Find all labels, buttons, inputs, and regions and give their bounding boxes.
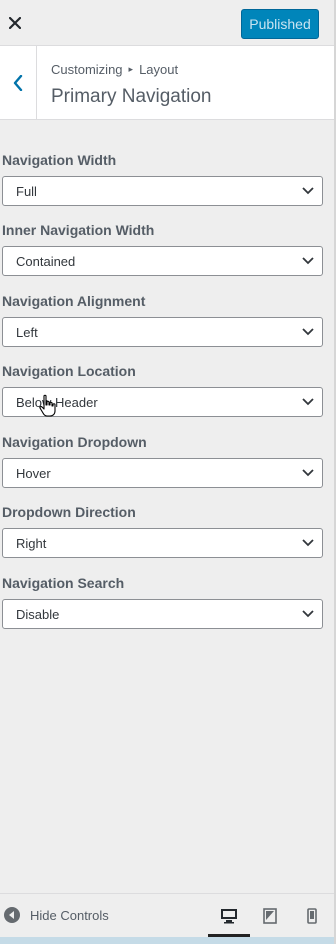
select-value: Left (16, 324, 38, 340)
desktop-icon (221, 909, 237, 924)
navigation-dropdown-select[interactable]: Hover (2, 458, 323, 488)
tablet-preview-button[interactable] (260, 907, 280, 925)
chevron-down-icon (302, 187, 314, 195)
collapse-arrow-icon (4, 907, 20, 923)
navigation-search-select[interactable]: Disable (2, 599, 323, 629)
chevron-down-icon (302, 469, 314, 477)
control-navigation-width: Navigation Width Full (2, 150, 323, 206)
back-button[interactable] (0, 46, 37, 119)
hide-controls-button[interactable]: Hide Controls (3, 906, 109, 924)
tablet-icon (263, 908, 277, 924)
chevron-left-icon (13, 74, 23, 91)
navigation-alignment-select[interactable]: Left (2, 317, 323, 347)
control-navigation-dropdown: Navigation Dropdown Hover (2, 432, 323, 488)
page-title: Primary Navigation (51, 86, 212, 107)
customizer-topbar: Published (0, 0, 334, 46)
select-value: Hover (16, 465, 51, 481)
control-label: Navigation Location (2, 363, 136, 379)
hide-controls-label: Hide Controls (30, 907, 109, 923)
select-value: Full (16, 183, 37, 199)
close-icon (9, 17, 21, 29)
control-label: Navigation Alignment (2, 293, 146, 309)
hand-cursor-icon (39, 394, 56, 417)
breadcrumb: Customizing ▸ Layout (51, 62, 178, 77)
breadcrumb-arrow-icon: ▸ (128, 64, 134, 74)
mobile-icon (307, 908, 317, 924)
published-button[interactable]: Published (241, 9, 319, 39)
control-navigation-alignment: Navigation Alignment Left (2, 291, 323, 347)
control-label: Dropdown Direction (2, 504, 136, 520)
chevron-down-icon (302, 610, 314, 618)
chevron-down-icon (302, 257, 314, 265)
control-label: Navigation Width (2, 152, 117, 168)
select-value: Right (16, 535, 47, 551)
breadcrumb-current: Layout (139, 62, 179, 77)
chevron-down-icon (302, 398, 314, 406)
close-button[interactable] (0, 0, 30, 46)
dropdown-direction-select[interactable]: Right (2, 528, 323, 558)
control-inner-navigation-width: Inner Navigation Width Contained (2, 220, 323, 276)
navigation-width-select[interactable]: Full (2, 176, 323, 206)
mobile-preview-button[interactable] (302, 907, 322, 925)
select-value: Disable (16, 606, 60, 622)
inner-navigation-width-select[interactable]: Contained (2, 246, 323, 276)
chevron-down-icon (302, 328, 314, 336)
control-label: Navigation Dropdown (2, 434, 147, 450)
breadcrumb-root: Customizing (51, 62, 123, 77)
chevron-down-icon (302, 539, 314, 547)
control-label: Navigation Search (2, 575, 125, 591)
control-navigation-search: Navigation Search Disable (2, 573, 323, 629)
desktop-preview-button[interactable] (219, 907, 239, 925)
section-header: Customizing ▸ Layout Primary Navigation (0, 46, 334, 120)
customizer-footer: Hide Controls (0, 893, 334, 937)
bottom-strip (0, 937, 334, 944)
select-value: Contained (16, 253, 76, 269)
control-dropdown-direction: Dropdown Direction Right (2, 502, 323, 558)
control-label: Inner Navigation Width (2, 222, 155, 238)
